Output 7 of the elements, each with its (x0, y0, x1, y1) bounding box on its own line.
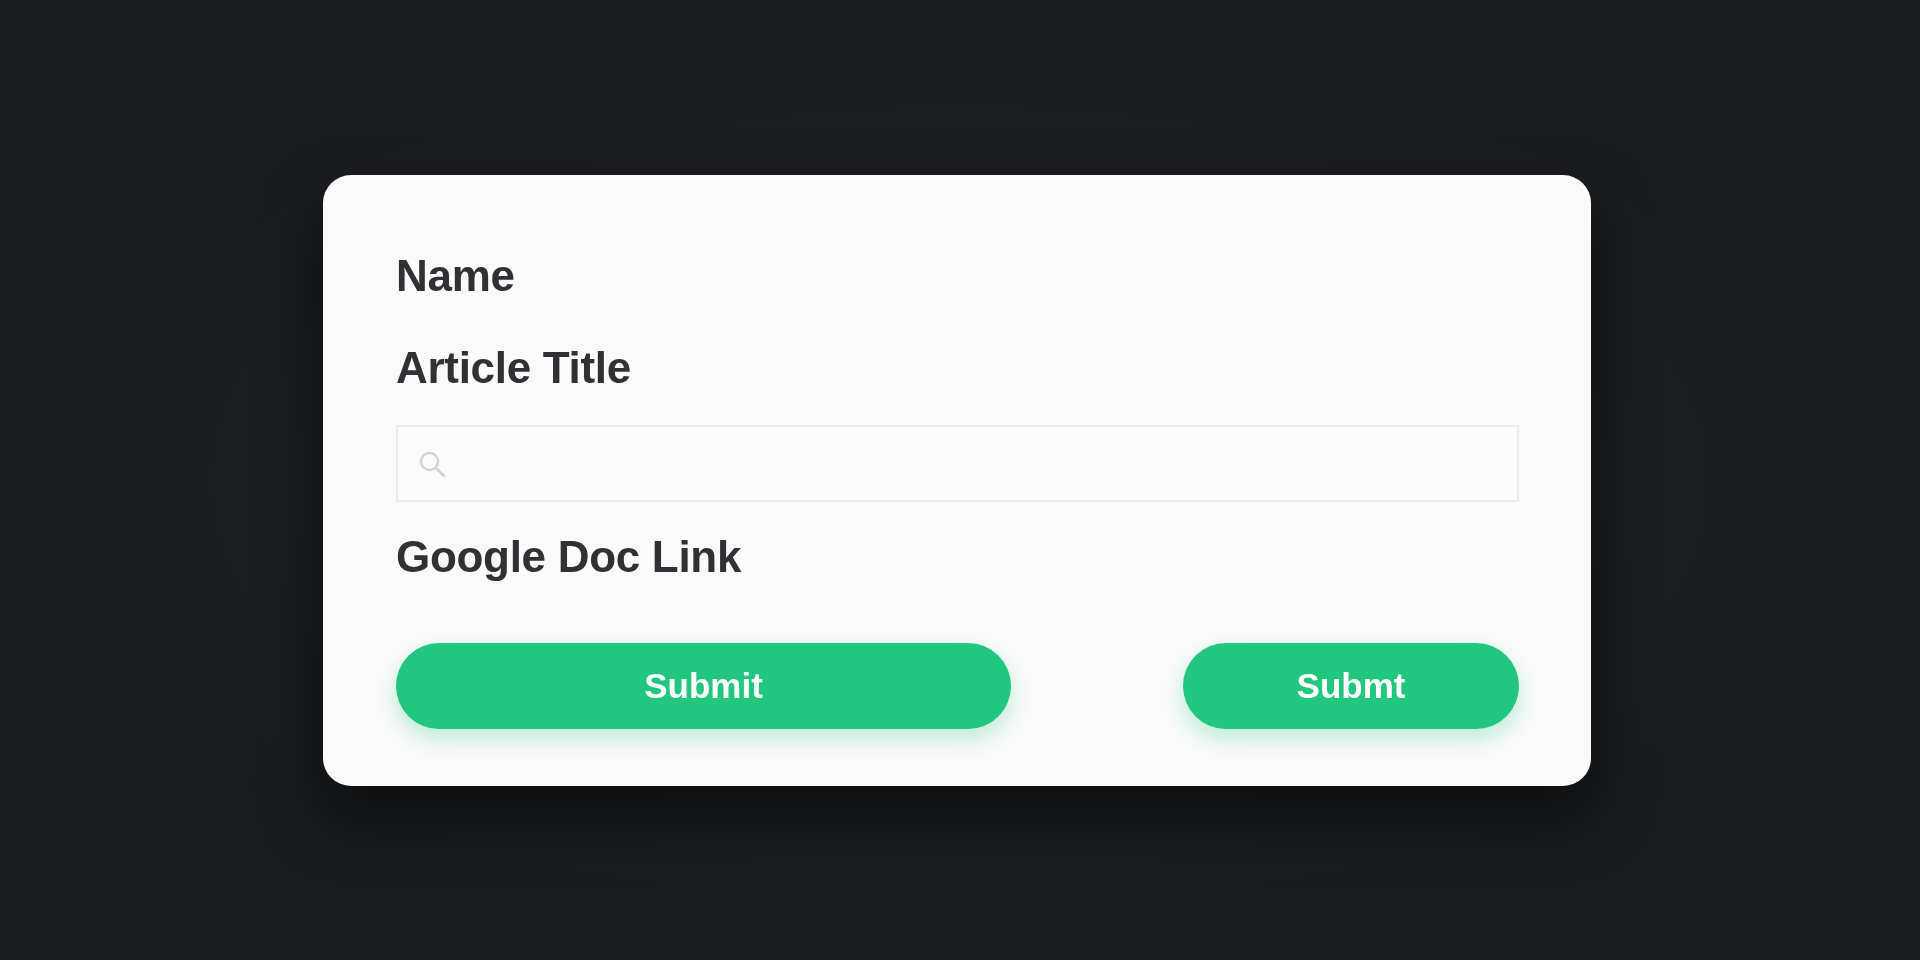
submit-button[interactable]: Submit (396, 642, 1011, 729)
submit-button[interactable]: Submt (1183, 642, 1519, 729)
field-label: Google Doc Link (396, 531, 742, 584)
search-icon (418, 449, 446, 478)
search-field[interactable] (396, 425, 1519, 503)
field-label: Article Title (396, 342, 631, 395)
field-label: Name (396, 249, 515, 302)
